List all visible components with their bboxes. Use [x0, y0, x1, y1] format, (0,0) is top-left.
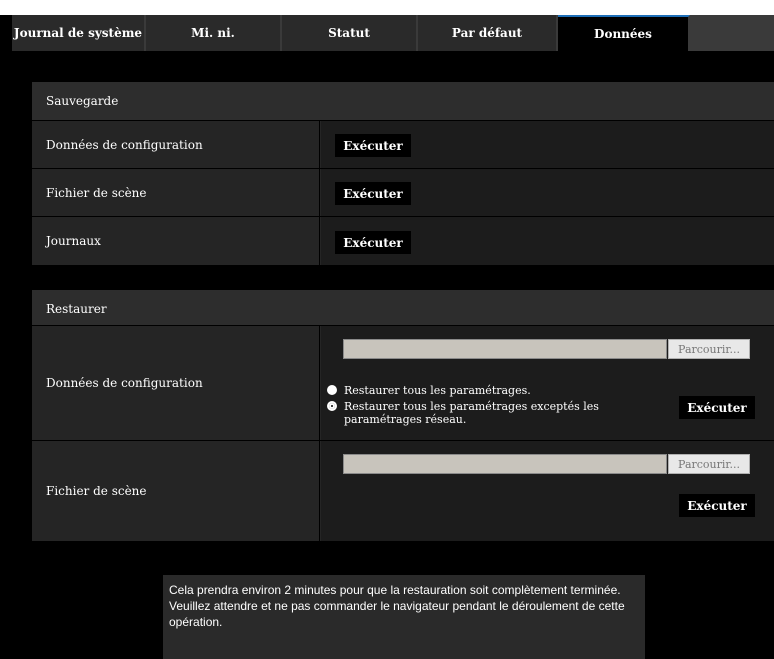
notice-line-1: Cela prendra environ 2 minutes pour que …	[169, 583, 621, 597]
restore-config-file-input[interactable]	[343, 339, 667, 359]
restore-config-execute-button[interactable]: Exécuter	[679, 396, 755, 419]
restore-scene-browse-button[interactable]: Parcourir...	[668, 454, 750, 474]
restore-option-all-label: Restaurer tous les paramétrages.	[344, 384, 531, 397]
backup-config-execute-button[interactable]: Exécuter	[335, 134, 411, 157]
restore-row-config: Données de configuration Parcourir... Re…	[32, 325, 774, 440]
restore-option-except-network[interactable]: Restaurer tous les paramétrages exceptés…	[327, 400, 667, 426]
tab-bar: Journal de système Mi. ni. Statut Par dé…	[12, 15, 774, 51]
restore-config-label: Données de configuration	[32, 326, 320, 440]
backup-logs-label: Journaux	[32, 217, 320, 265]
backup-config-label: Données de configuration	[32, 121, 320, 168]
radio-checked-icon[interactable]	[327, 401, 337, 411]
main-content: Sauvegarde Données de configuration Exéc…	[12, 51, 774, 659]
restore-option-except-label: Restaurer tous les paramétrages exceptés…	[344, 400, 599, 426]
restore-scene-label: Fichier de scène	[32, 441, 320, 541]
tab-journal-de-systeme[interactable]: Journal de système	[12, 15, 146, 51]
tab-par-defaut[interactable]: Par défaut	[418, 15, 558, 51]
backup-section-title: Sauvegarde	[32, 82, 774, 120]
backup-logs-execute-button[interactable]: Exécuter	[335, 231, 411, 254]
radio-unchecked-icon[interactable]	[327, 385, 337, 395]
tab-statut[interactable]: Statut	[282, 15, 418, 51]
backup-scene-execute-button[interactable]: Exécuter	[335, 182, 411, 205]
restore-option-all[interactable]: Restaurer tous les paramétrages.	[327, 384, 531, 397]
tab-mi-ni[interactable]: Mi. ni.	[146, 15, 282, 51]
restore-config-browse-button[interactable]: Parcourir...	[668, 339, 750, 359]
restore-scene-file-input[interactable]	[343, 454, 667, 474]
restore-scene-execute-button[interactable]: Exécuter	[679, 494, 755, 517]
tab-donnees[interactable]: Données	[558, 15, 690, 51]
restore-row-scene: Fichier de scène Parcourir... Exécuter	[32, 440, 774, 541]
restore-section-title: Restaurer	[32, 290, 774, 328]
backup-row-config: Données de configuration Exécuter	[32, 120, 774, 168]
backup-scene-label: Fichier de scène	[32, 169, 320, 216]
backup-row-logs: Journaux Exécuter	[32, 216, 774, 265]
restore-notice: Cela prendra environ 2 minutes pour que …	[163, 575, 645, 659]
notice-line-2: Veuillez attendre et ne pas commander le…	[169, 599, 625, 629]
backup-row-scene: Fichier de scène Exécuter	[32, 168, 774, 216]
top-strip	[0, 0, 774, 15]
